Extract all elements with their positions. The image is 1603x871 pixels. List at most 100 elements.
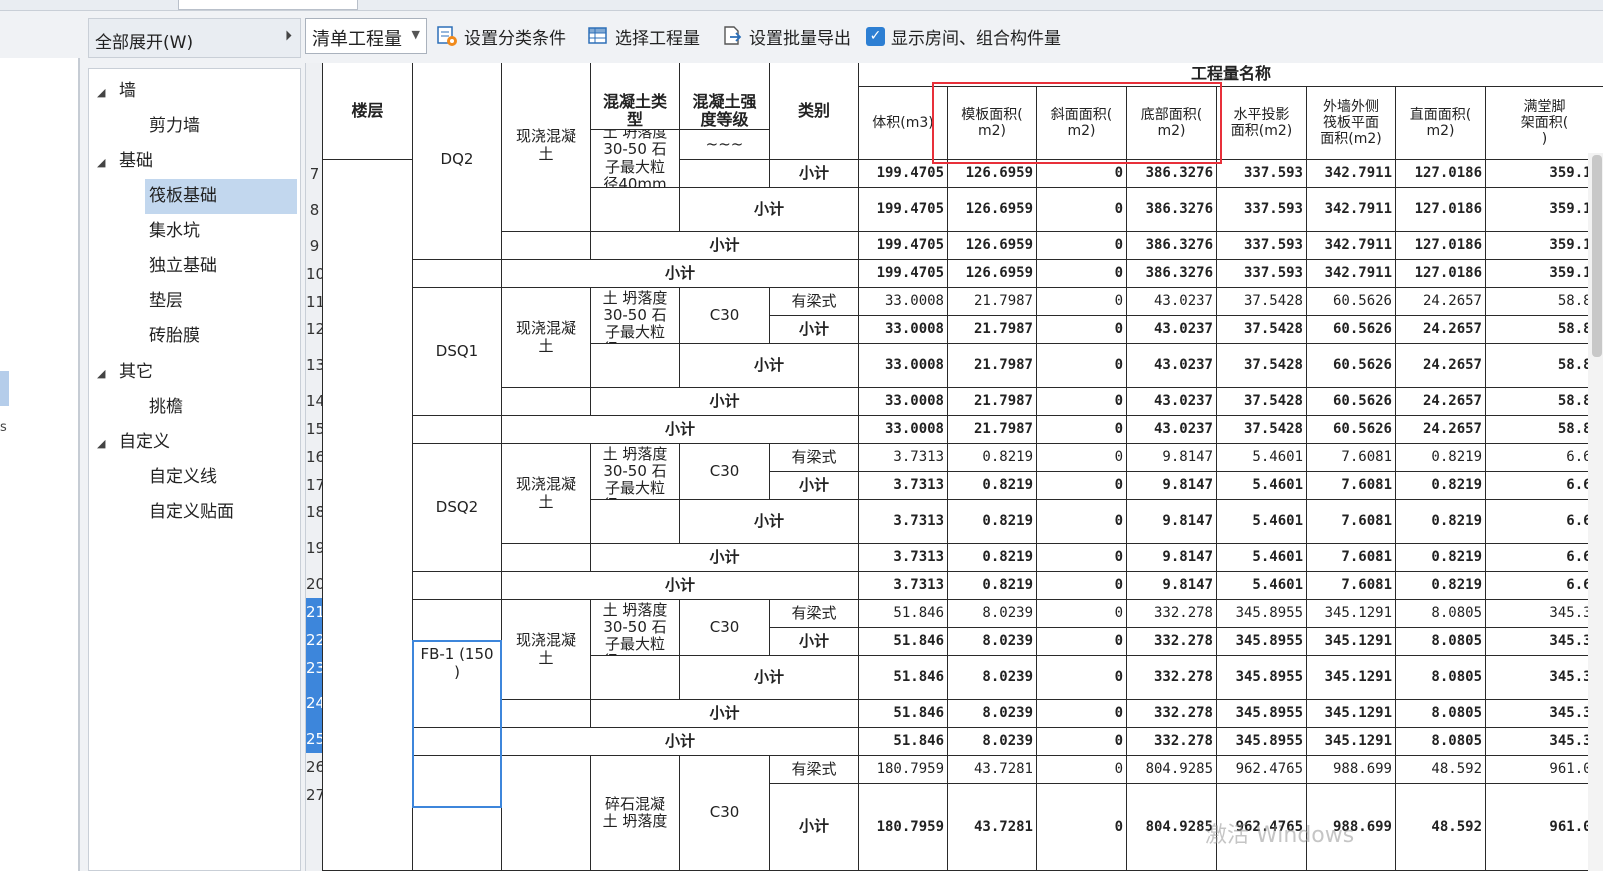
- quantity-cell[interactable]: 6.61: [1485, 571, 1603, 600]
- quantity-cell[interactable]: 24.2657: [1395, 387, 1486, 416]
- quantity-cell[interactable]: 345.1291: [1306, 655, 1396, 700]
- quantity-cell[interactable]: 0.8219: [947, 471, 1037, 500]
- subtotal-label[interactable]: 小计: [769, 159, 859, 188]
- quantity-cell[interactable]: 126.6959: [947, 187, 1037, 232]
- row-number[interactable]: 24: [306, 681, 325, 725]
- row-number[interactable]: 23: [306, 654, 325, 682]
- quantity-cell[interactable]: 48.592: [1395, 755, 1486, 784]
- quantity-cell[interactable]: 8.0239: [947, 727, 1037, 756]
- quantity-cell[interactable]: 0.8219: [1395, 543, 1486, 572]
- quantity-cell[interactable]: 9.8147: [1126, 471, 1217, 500]
- quantity-cell[interactable]: 6.61: [1485, 499, 1603, 544]
- quantity-cell[interactable]: 3.7313: [858, 443, 948, 472]
- quantity-cell[interactable]: 332.278: [1126, 599, 1217, 628]
- quantity-cell[interactable]: 126.6959: [947, 259, 1037, 288]
- quantity-cell[interactable]: 51.846: [858, 599, 948, 628]
- quantity-cell[interactable]: 58.85: [1485, 315, 1603, 344]
- quantity-cell[interactable]: 6.61: [1485, 443, 1603, 472]
- tree-node[interactable]: 砖胎膜: [149, 319, 200, 354]
- quantity-cell[interactable]: 33.0008: [858, 415, 948, 444]
- row-number[interactable]: 10: [306, 260, 325, 288]
- quantity-cell[interactable]: 21.7987: [947, 415, 1037, 444]
- row-number[interactable]: 14: [306, 387, 325, 415]
- quantity-header[interactable]: 满堂脚 架面积( ): [1485, 86, 1603, 160]
- quantity-cell[interactable]: 337.593: [1216, 187, 1307, 232]
- concrete-grade-cell[interactable]: C30: [679, 755, 770, 871]
- quantity-cell[interactable]: 8.0805: [1395, 655, 1486, 700]
- subtotal-label[interactable]: 小计: [769, 783, 859, 871]
- quantity-cell[interactable]: 0: [1036, 499, 1127, 544]
- row-number[interactable]: 7: [306, 160, 323, 188]
- row-number[interactable]: 20: [306, 570, 325, 598]
- quantity-cell[interactable]: 0: [1036, 727, 1127, 756]
- quantity-cell[interactable]: 8.0805: [1395, 599, 1486, 628]
- tree-node[interactable]: ◢ 自定义: [97, 425, 170, 460]
- quantity-cell[interactable]: 60.5626: [1306, 415, 1396, 444]
- quantity-cell[interactable]: 24.2657: [1395, 315, 1486, 344]
- row-number[interactable]: 26: [306, 753, 325, 781]
- row-number[interactable]: 25: [306, 725, 325, 753]
- row-number[interactable]: 22: [306, 626, 325, 654]
- expand-arrow-icon[interactable]: ⏵: [285, 28, 292, 44]
- tree-node[interactable]: 自定义线: [149, 460, 217, 495]
- subtotal-label[interactable]: 小计: [679, 187, 859, 232]
- subtotal-label[interactable]: 小计: [590, 387, 859, 416]
- quantity-cell[interactable]: 337.593: [1216, 259, 1307, 288]
- category-cell[interactable]: 有梁式: [769, 755, 859, 784]
- quantity-cell[interactable]: 8.0805: [1395, 727, 1486, 756]
- quantity-cell[interactable]: 8.0805: [1395, 627, 1486, 656]
- subtotal-label[interactable]: 小计: [501, 571, 859, 600]
- quantity-cell[interactable]: 0: [1036, 755, 1127, 784]
- quantity-cell[interactable]: 332.278: [1126, 655, 1217, 700]
- concrete-grade-cell[interactable]: C30: [679, 287, 770, 344]
- quantity-cell[interactable]: 359.17: [1485, 231, 1603, 260]
- material-cell[interactable]: 现浇混凝 土: [501, 599, 591, 700]
- quantity-cell[interactable]: 0: [1036, 343, 1127, 388]
- quantity-cell[interactable]: 21.7987: [947, 315, 1037, 344]
- quantity-cell[interactable]: 3.7313: [858, 543, 948, 572]
- set-classify-button[interactable]: 设置分类条件: [436, 22, 566, 50]
- quantity-header[interactable]: 外墙外侧 筏板平面 面积(m2): [1306, 86, 1396, 160]
- quantity-cell[interactable]: 7.6081: [1306, 443, 1396, 472]
- quantity-cell[interactable]: 60.5626: [1306, 315, 1396, 344]
- quantity-cell[interactable]: 345.8955: [1216, 727, 1307, 756]
- quantity-cell[interactable]: 9.8147: [1126, 543, 1217, 572]
- row-number[interactable]: 21: [306, 598, 325, 626]
- quantity-cell[interactable]: 9.8147: [1126, 499, 1217, 544]
- quantity-cell[interactable]: 804.9285: [1126, 755, 1217, 784]
- quantity-cell[interactable]: 988.699: [1306, 755, 1396, 784]
- top-strip-item[interactable]: ▔: [14, 0, 24, 8]
- quantity-cell[interactable]: 9.8147: [1126, 571, 1217, 600]
- concrete-grade-cell[interactable]: ~~~: [679, 129, 770, 160]
- quantity-cell[interactable]: 332.278: [1126, 727, 1217, 756]
- expand-triangle-icon[interactable]: ◢: [97, 426, 119, 461]
- name-cell[interactable]: DSQ1: [412, 287, 502, 416]
- quantity-cell[interactable]: 21.7987: [947, 387, 1037, 416]
- quantity-cell[interactable]: 60.5626: [1306, 287, 1396, 316]
- quantity-cell[interactable]: 0.8219: [1395, 471, 1486, 500]
- quantity-cell[interactable]: 6.61: [1485, 471, 1603, 500]
- quantity-cell[interactable]: 24.2657: [1395, 343, 1486, 388]
- header-floor[interactable]: 楼层: [322, 63, 413, 160]
- concrete-type-cell[interactable]: 碎石混凝 土 坍落度: [590, 755, 680, 871]
- quantity-cell[interactable]: 7.6081: [1306, 543, 1396, 572]
- quantity-cell[interactable]: 180.7959: [858, 755, 948, 784]
- quantity-cell[interactable]: 332.278: [1126, 627, 1217, 656]
- quantity-cell[interactable]: 48.592: [1395, 783, 1486, 871]
- subtotal-label[interactable]: 小计: [501, 259, 859, 288]
- subtotal-label[interactable]: 小计: [679, 343, 859, 388]
- quantity-cell[interactable]: 58.85: [1485, 415, 1603, 444]
- top-strip-input[interactable]: [178, 0, 358, 10]
- quantity-cell[interactable]: 51.846: [858, 655, 948, 700]
- quantity-cell[interactable]: 386.3276: [1126, 259, 1217, 288]
- quantity-cell[interactable]: 126.6959: [947, 231, 1037, 260]
- quantity-cell[interactable]: 0.8219: [1395, 499, 1486, 544]
- top-strip-item[interactable]: ▔▔: [62, 0, 82, 8]
- quantity-cell[interactable]: 0: [1036, 259, 1127, 288]
- quantity-cell[interactable]: 345.1291: [1306, 699, 1396, 728]
- quantity-cell[interactable]: 199.4705: [858, 231, 948, 260]
- concrete-type-cell[interactable]: 土 坍落度 30-50 石 子最大粒 径40mm: [590, 129, 680, 188]
- quantity-cell[interactable]: 0: [1036, 287, 1127, 316]
- quantity-cell[interactable]: 7.6081: [1306, 499, 1396, 544]
- quantity-cell[interactable]: 0: [1036, 231, 1127, 260]
